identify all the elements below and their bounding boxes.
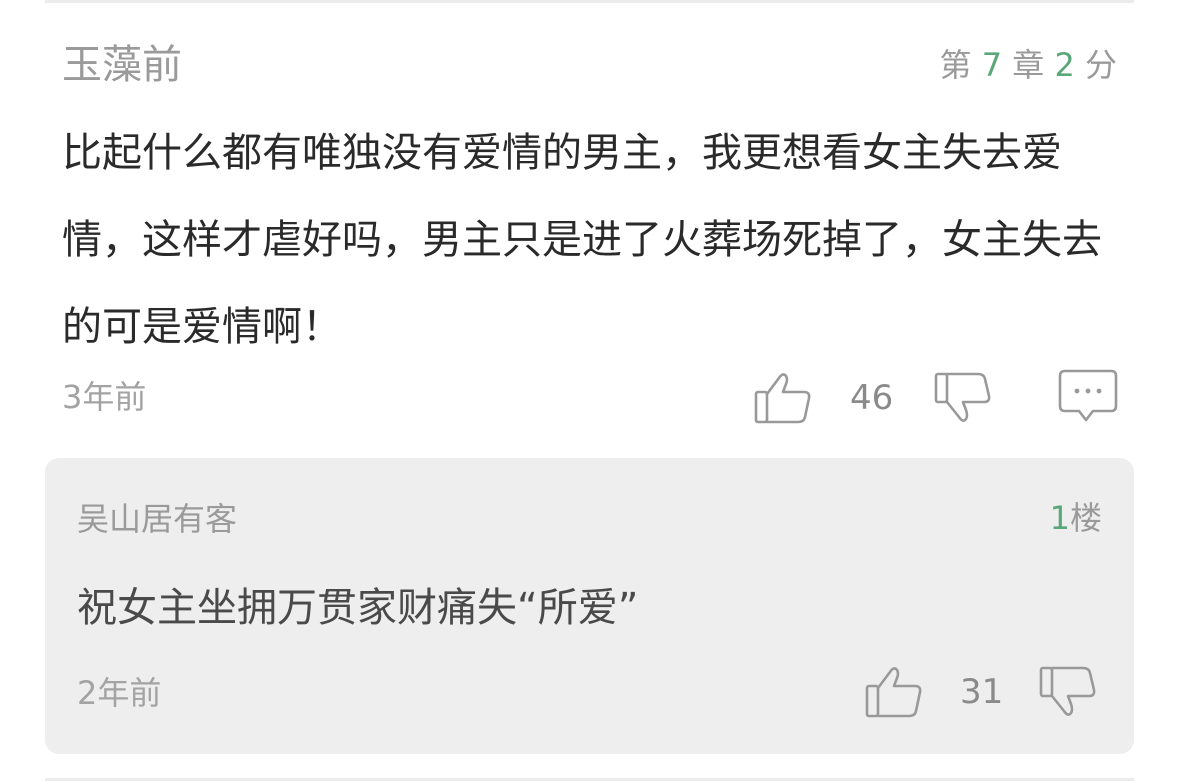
- comment-time: 3年前: [62, 378, 147, 416]
- chapter-number: 7: [981, 46, 1003, 84]
- top-divider: [45, 0, 1134, 3]
- floor-label: 1楼: [1050, 494, 1102, 542]
- thumbs-down-icon[interactable]: [932, 370, 994, 426]
- floor-number: 1: [1049, 499, 1070, 537]
- comment-author[interactable]: 玉藻前: [62, 38, 182, 92]
- comment-meta: 第 7 章 2 分: [940, 40, 1117, 90]
- like-count: 46: [850, 378, 894, 418]
- reply-text: 祝女主坐拥万贯家财痛失“所爱”: [77, 585, 639, 631]
- reply-author[interactable]: 吴山居有客: [77, 496, 237, 542]
- reply-card: 吴山居有客 1楼 祝女主坐拥万贯家财痛失“所爱” 2年前 31: [45, 458, 1134, 754]
- score-value: 2: [1054, 46, 1075, 84]
- reply-thumbs-up-icon[interactable]: [863, 664, 925, 720]
- bottom-divider: [45, 778, 1134, 781]
- comment-bubble-icon[interactable]: [1057, 368, 1119, 426]
- thumbs-up-icon[interactable]: [752, 370, 814, 426]
- score-unit: 分: [1084, 46, 1117, 84]
- reply-thumbs-down-icon[interactable]: [1037, 664, 1099, 720]
- chapter-suffix: 章: [1012, 46, 1045, 84]
- reply-like-count: 31: [960, 672, 1004, 712]
- reply-time: 2年前: [77, 674, 162, 712]
- chapter-prefix: 第: [939, 46, 972, 84]
- floor-suffix: 楼: [1069, 499, 1102, 537]
- comment-text: 比起什么都有唯独没有爱情的男主，我更想看女主失去爱情，这样才虐好吗，男主只是进了…: [62, 130, 1102, 350]
